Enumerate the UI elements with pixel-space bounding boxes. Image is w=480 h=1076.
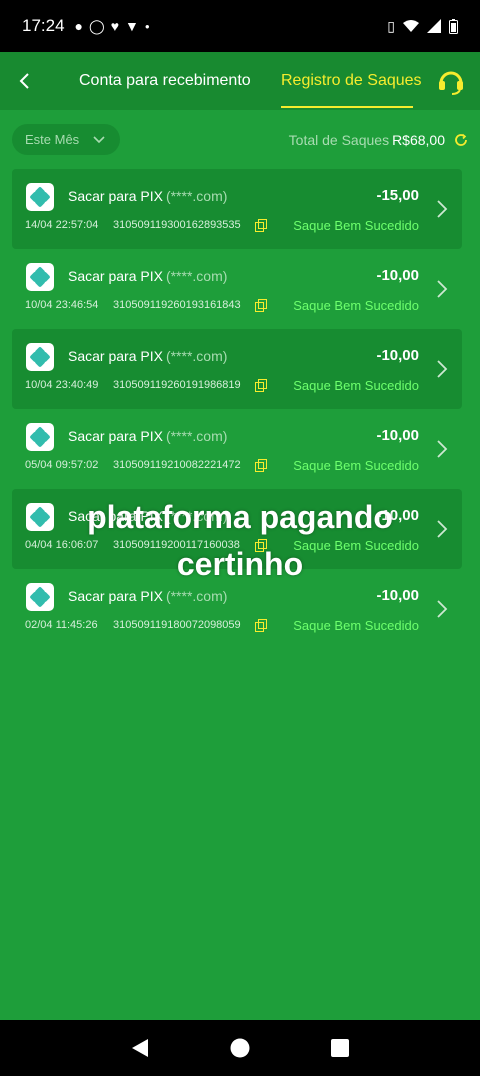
trophy-icon: ▼ [125, 18, 139, 34]
withdrawal-title: Sacar para PIX (****.com) [68, 348, 227, 364]
back-arrow-icon [19, 73, 29, 89]
chevron-down-icon [93, 135, 105, 143]
chevron-right-icon [437, 360, 448, 378]
withdrawal-method: Sacar para PIX [68, 428, 163, 444]
withdrawal-method: Sacar para PIX [68, 188, 163, 204]
overlay-caption: plataforma pagando certinho [0, 494, 480, 588]
copy-icon[interactable] [255, 219, 267, 232]
dot-icon: ● [144, 21, 150, 31]
withdrawal-date: 10/04 23:46:54 [25, 299, 99, 311]
withdrawal-id: 310509119260193161843 [113, 299, 241, 311]
withdrawal-amount: -10,00 [376, 587, 419, 604]
system-nav-bar [0, 1020, 480, 1076]
status-time: 17:24 [22, 16, 65, 35]
withdrawal-id: 310509119260191986819 [113, 379, 241, 391]
chat-icon: ● [74, 18, 84, 34]
withdrawal-date: 02/04 11:45:26 [25, 619, 98, 631]
tab-withdrawal-history[interactable]: Registro de Saques [281, 52, 422, 110]
withdrawal-item[interactable]: Sacar para PIX (****.com) -10,00 10/04 23… [12, 249, 462, 329]
chevron-right-icon [437, 440, 448, 458]
overlay-caption-line1: plataforma pagando [87, 499, 393, 535]
withdrawal-title: Sacar para PIX (****.com) [68, 588, 227, 604]
copy-icon[interactable] [255, 379, 267, 392]
withdrawal-email: (****.com) [165, 188, 228, 204]
vibrate-icon: ▯ [387, 17, 395, 34]
triangle-back-icon [132, 1039, 148, 1057]
signal-icon [427, 19, 441, 33]
withdrawal-item[interactable]: Sacar para PIX (****.com) -10,00 05/04 09… [12, 409, 462, 489]
withdrawal-email: (****.com) [165, 428, 228, 444]
withdrawal-id: 310509119180072098059 [113, 619, 241, 631]
withdrawal-item[interactable]: Sacar para PIX (****.com) -10,00 10/04 23… [12, 329, 462, 409]
withdrawal-date: 10/04 23:40:49 [25, 379, 99, 391]
status-bar: 17:24 ● ◯ ♥ ▼ ● ▯ [0, 0, 480, 52]
chevron-right-icon [437, 600, 448, 618]
total-value: R$68,00 [392, 131, 445, 148]
month-filter-label: Este Mês [25, 132, 80, 147]
withdrawal-email: (****.com) [165, 348, 228, 364]
battery-icon [449, 18, 458, 34]
nav-recents-button[interactable] [328, 1036, 352, 1060]
withdrawal-amount: -10,00 [376, 267, 419, 284]
tab-account[interactable]: Conta para recebimento [79, 52, 251, 110]
nav-home-button[interactable] [228, 1036, 252, 1060]
chevron-right-icon [437, 200, 448, 218]
withdrawal-method: Sacar para PIX [68, 588, 163, 604]
withdrawal-amount: -15,00 [376, 187, 419, 204]
pix-logo-icon [26, 343, 54, 371]
pix-logo-icon [26, 423, 54, 451]
active-tab-underline [281, 106, 413, 108]
copy-icon[interactable] [255, 299, 267, 312]
pix-logo-icon [26, 263, 54, 291]
total-withdrawals: Total de Saques R$68,00 [289, 124, 468, 155]
withdrawal-email: (****.com) [165, 268, 228, 284]
withdrawal-id: 310509119210082221472 [113, 459, 241, 471]
withdrawal-status: Saque Bem Sucedido [293, 378, 419, 393]
withdrawal-method: Sacar para PIX [68, 348, 163, 364]
headset-icon[interactable] [436, 66, 466, 96]
withdrawal-status: Saque Bem Sucedido [293, 298, 419, 313]
copy-icon[interactable] [255, 459, 267, 472]
withdrawal-title: Sacar para PIX (****.com) [68, 428, 227, 444]
withdrawal-status: Saque Bem Sucedido [293, 618, 419, 633]
filter-row: Este Mês Total de Saques R$68,00 [12, 124, 468, 156]
pix-logo-icon [26, 183, 54, 211]
system-icons: ▯ [387, 18, 458, 35]
withdrawal-amount: -10,00 [376, 347, 419, 364]
withdrawal-date: 05/04 09:57:02 [25, 459, 99, 471]
chevron-right-icon [437, 280, 448, 298]
withdrawal-status: Saque Bem Sucedido [293, 458, 419, 473]
withdrawal-date: 14/04 22:57:04 [25, 219, 99, 231]
withdrawal-status: Saque Bem Sucedido [293, 218, 419, 233]
withdrawal-id: 310509119300162893535 [113, 219, 241, 231]
refresh-icon[interactable] [454, 133, 468, 147]
circle-home-icon [230, 1038, 250, 1058]
whatsapp-icon: ◯ [89, 17, 105, 34]
heart-icon: ♥ [110, 18, 119, 34]
square-recents-icon [331, 1039, 349, 1057]
withdrawal-amount: -10,00 [376, 427, 419, 444]
withdrawal-title: Sacar para PIX (****.com) [68, 188, 227, 204]
overlay-caption-line2: certinho [176, 546, 304, 582]
top-nav: Conta para recebimento Registro de Saque… [0, 52, 480, 110]
month-filter-select[interactable]: Este Mês [12, 124, 120, 155]
notification-icons: ● ◯ ♥ ▼ ● [75, 18, 150, 35]
withdrawal-title: Sacar para PIX (****.com) [68, 268, 227, 284]
nav-back-button[interactable] [128, 1036, 152, 1060]
copy-icon[interactable] [255, 619, 267, 632]
withdrawal-method: Sacar para PIX [68, 268, 163, 284]
withdrawal-email: (****.com) [165, 588, 228, 604]
wifi-icon [403, 20, 419, 32]
withdrawal-item[interactable]: Sacar para PIX (****.com) -15,00 14/04 22… [12, 169, 462, 249]
back-button[interactable] [4, 61, 44, 101]
total-label: Total de Saques [288, 131, 390, 148]
